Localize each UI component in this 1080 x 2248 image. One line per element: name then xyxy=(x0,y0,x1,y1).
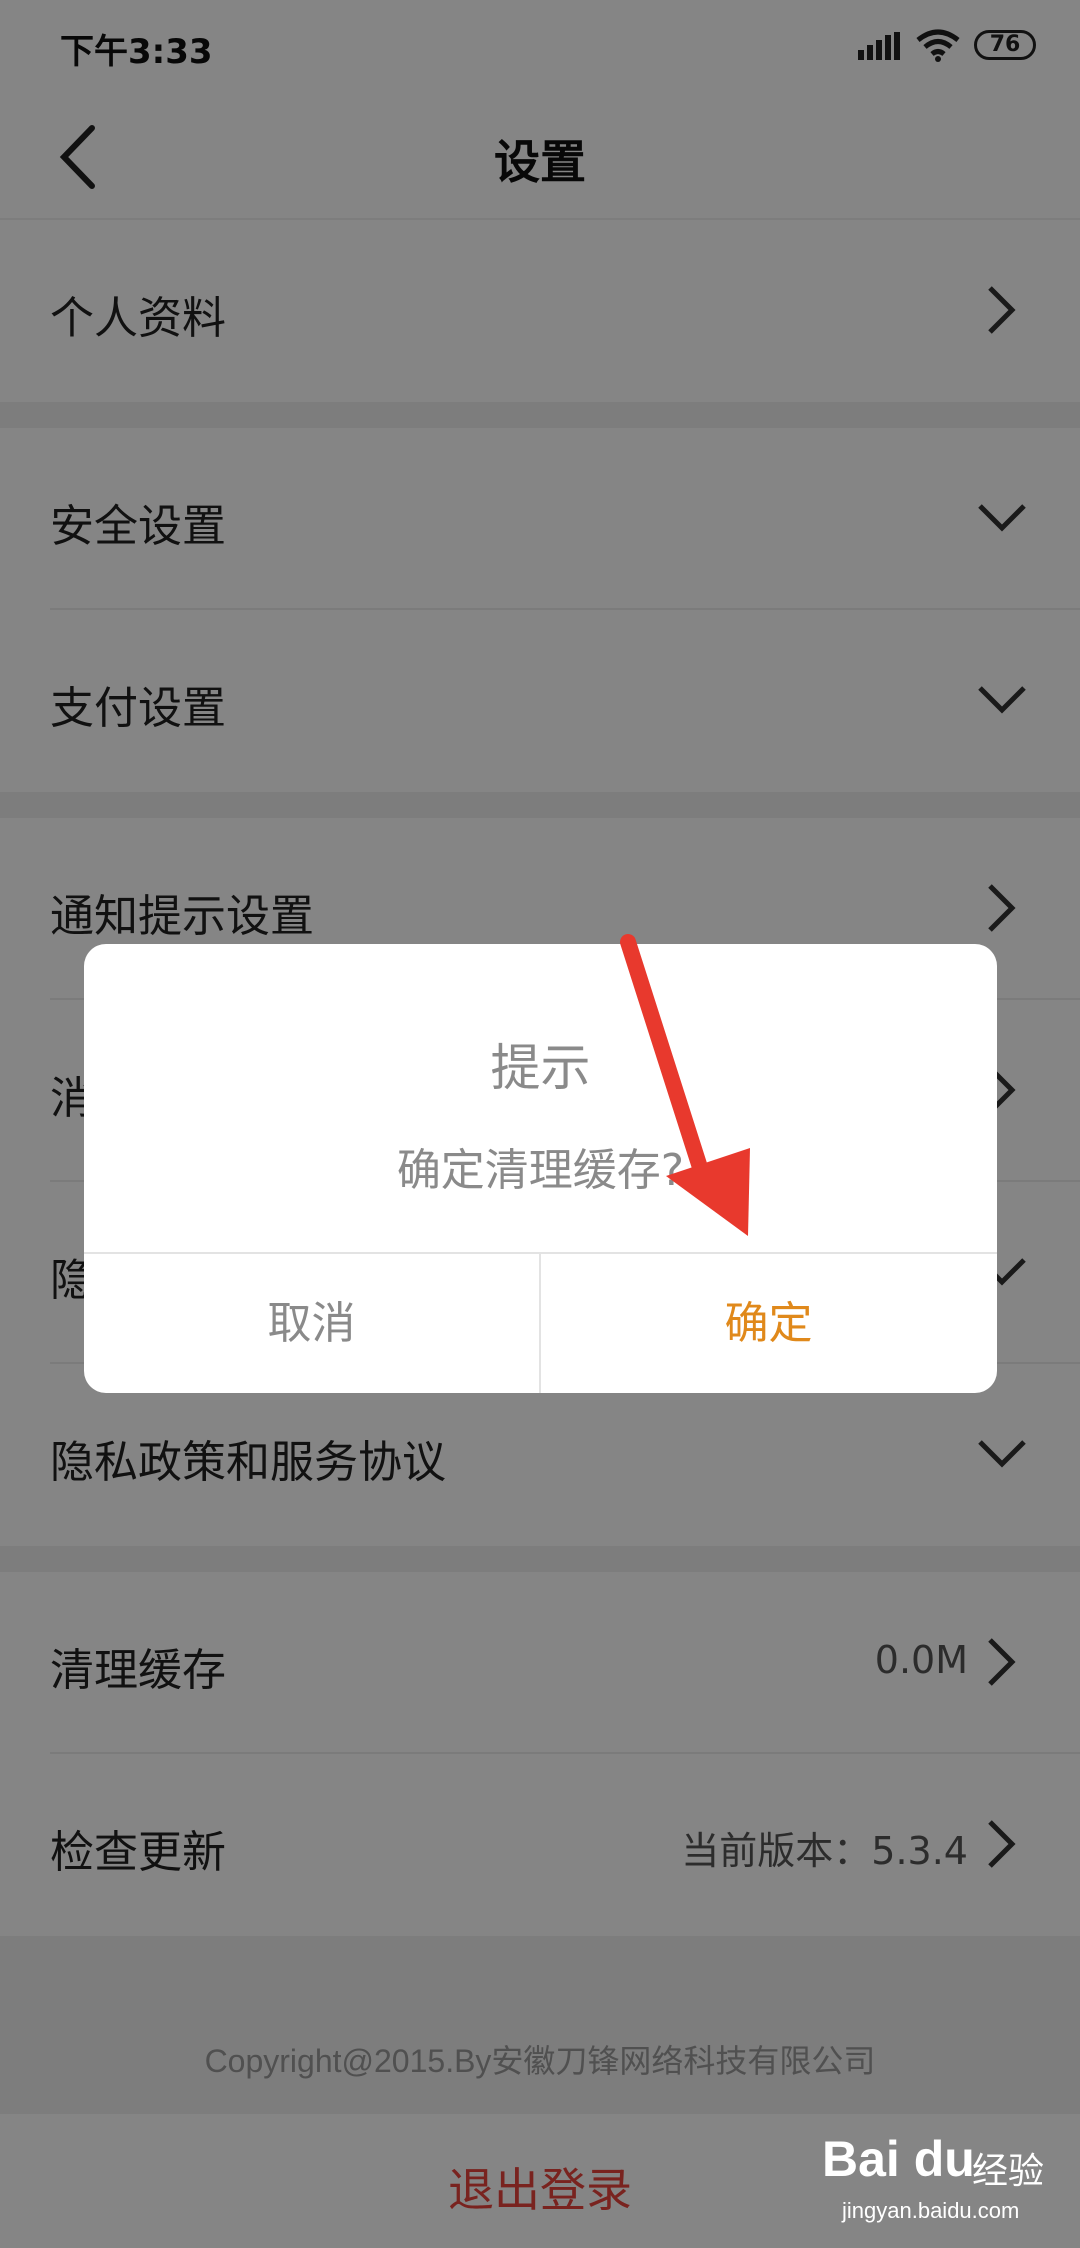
annotation-arrow-icon xyxy=(620,934,750,1236)
dialog-message: 确定清理缓存? xyxy=(396,1145,685,1196)
dialog-title: 提示 xyxy=(490,1039,591,1097)
confirm-dialog: 提示 确定清理缓存? 取消 确定 xyxy=(84,944,997,1393)
watermark-url: jingyan.baidu.com xyxy=(842,2198,1020,2223)
cancel-button[interactable]: 取消 xyxy=(84,1254,539,1393)
watermark-text: 经验 xyxy=(972,2151,1045,2192)
baidu-logo: Bai du xyxy=(822,2131,975,2187)
confirm-button[interactable]: 确定 xyxy=(541,1254,996,1393)
baidu-watermark: Bai du 经验 jingyan.baidu.com xyxy=(822,2130,1062,2240)
